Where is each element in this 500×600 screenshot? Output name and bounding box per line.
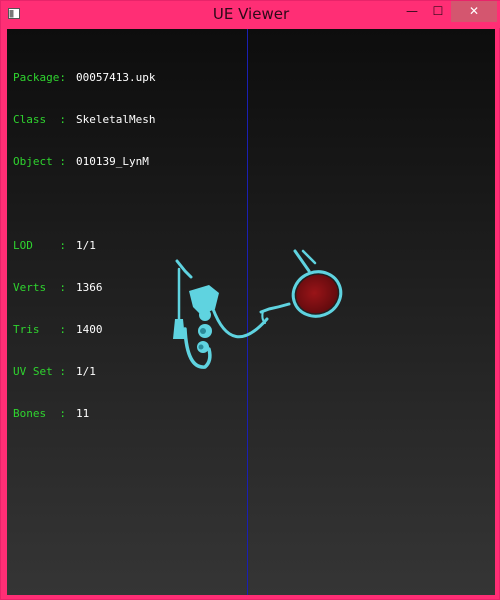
glasses-mesh — [173, 249, 343, 369]
mesh-info-panel: Package: 00057413.upk Class : SkeletalMesh… — [13, 43, 155, 449]
app-window: UE Viewer — ☐ ✕ Package: 00057413.upk Cla… — [0, 0, 500, 600]
lod-label: LOD : — [13, 239, 66, 252]
info-row-verts: Verts : 1366 — [13, 281, 155, 295]
uvset-label: UV Set : — [13, 365, 66, 378]
class-value: SkeletalMesh — [76, 113, 156, 126]
3d-viewport[interactable]: Package: 00057413.upk Class : SkeletalMesh… — [7, 29, 495, 595]
verts-value: 1366 — [76, 281, 103, 294]
maximize-button[interactable]: ☐ — [425, 1, 451, 22]
bones-label: Bones : — [13, 407, 66, 420]
verts-label: Verts : — [13, 281, 66, 294]
info-spacer — [13, 197, 155, 211]
minimize-button[interactable]: — — [399, 1, 425, 22]
info-row-package: Package: 00057413.upk — [13, 71, 155, 85]
bones-value: 11 — [76, 407, 90, 420]
object-label: Object : — [13, 155, 66, 168]
lod-value: 1/1 — [76, 239, 96, 252]
info-row-bones: Bones : 11 — [13, 407, 155, 421]
package-label: Package: — [13, 71, 66, 84]
info-row-lod: LOD : 1/1 — [13, 239, 155, 253]
close-button[interactable]: ✕ — [451, 1, 497, 22]
info-row-class: Class : SkeletalMesh — [13, 113, 155, 127]
info-row-uvset: UV Set : 1/1 — [13, 365, 155, 379]
title-bar[interactable]: UE Viewer — ☐ ✕ — [1, 1, 500, 28]
object-value: 010139_LynM — [76, 155, 149, 168]
tris-label: Tris : — [13, 323, 66, 336]
info-row-tris: Tris : 1400 — [13, 323, 155, 337]
package-value: 00057413.upk — [76, 71, 156, 84]
class-label: Class : — [13, 113, 66, 126]
tris-value: 1400 — [76, 323, 103, 336]
uvset-value: 1/1 — [76, 365, 96, 378]
info-row-object: Object : 010139_LynM — [13, 155, 155, 169]
